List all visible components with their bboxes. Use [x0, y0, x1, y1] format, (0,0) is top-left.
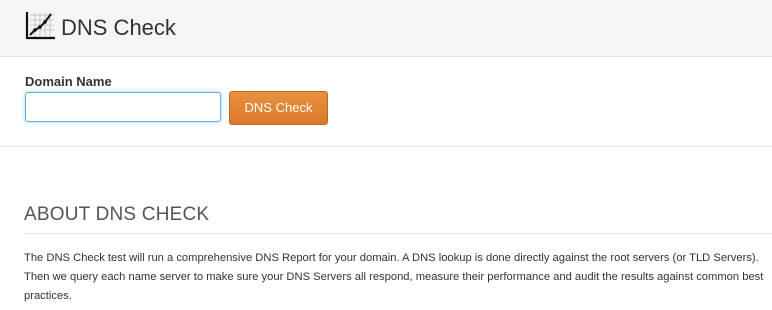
- page-header: DNS Check: [0, 0, 772, 57]
- domain-name-label: Domain Name: [25, 74, 112, 89]
- dns-check-button[interactable]: DNS Check: [229, 91, 328, 125]
- page-title: DNS Check: [61, 15, 176, 40]
- about-heading: ABOUT DNS CHECK: [24, 204, 210, 225]
- domain-name-input[interactable]: [25, 92, 221, 122]
- about-divider: [24, 233, 772, 234]
- about-description: The DNS Check test will run a comprehens…: [24, 252, 764, 302]
- chart-grid-icon: [25, 12, 55, 40]
- dns-check-form: Domain Name DNS Check: [0, 57, 772, 147]
